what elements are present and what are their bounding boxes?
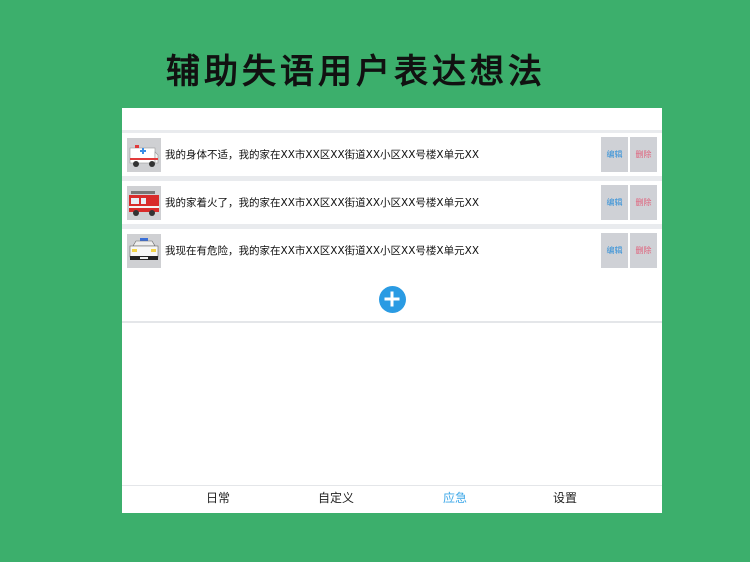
tab-emergency[interactable]: 应急 (443, 486, 467, 513)
list-item[interactable]: 我的家着火了，我的家在XX市XX区XX街道XX小区XX号楼X单元XX 编辑 删除 (122, 181, 662, 224)
ambulance-icon (127, 137, 161, 172)
headline: 辅助失语用户表达想法 (166, 52, 546, 92)
delete-button[interactable]: 删除 (630, 233, 657, 268)
fire-truck-icon (127, 185, 161, 220)
police-car-icon (127, 233, 161, 268)
edit-button[interactable]: 编辑 (601, 137, 628, 172)
tab-bar: 日常 自定义 应急 设置 (122, 485, 662, 513)
message-text: 我现在有危险，我的家在XX市XX区XX街道XX小区XX号楼X单元XX (165, 245, 480, 257)
tab-custom[interactable]: 自定义 (318, 486, 354, 513)
message-text: 我的身体不适，我的家在XX市XX区XX街道XX小区XX号楼X单元XX (165, 149, 480, 161)
delete-button[interactable]: 删除 (630, 185, 657, 220)
emergency-list: 我的身体不适，我的家在XX市XX区XX街道XX小区XX号楼X单元XX 编辑 删除… (122, 130, 662, 272)
tab-settings[interactable]: 设置 (553, 486, 577, 513)
top-bar (122, 108, 662, 130)
message-text: 我的家着火了，我的家在XX市XX区XX街道XX小区XX号楼X单元XX (165, 197, 480, 209)
plus-circle-icon[interactable] (378, 285, 406, 313)
tab-daily[interactable]: 日常 (206, 486, 230, 513)
list-item[interactable]: 我的身体不适，我的家在XX市XX区XX街道XX小区XX号楼X单元XX 编辑 删除 (122, 133, 662, 176)
edit-button[interactable]: 编辑 (601, 185, 628, 220)
add-row (122, 277, 662, 323)
edit-button[interactable]: 编辑 (601, 233, 628, 268)
list-item[interactable]: 我现在有危险，我的家在XX市XX区XX街道XX小区XX号楼X单元XX 编辑 删除 (122, 229, 662, 272)
app-screen: 我的身体不适，我的家在XX市XX区XX街道XX小区XX号楼X单元XX 编辑 删除… (122, 108, 662, 513)
delete-button[interactable]: 删除 (630, 137, 657, 172)
